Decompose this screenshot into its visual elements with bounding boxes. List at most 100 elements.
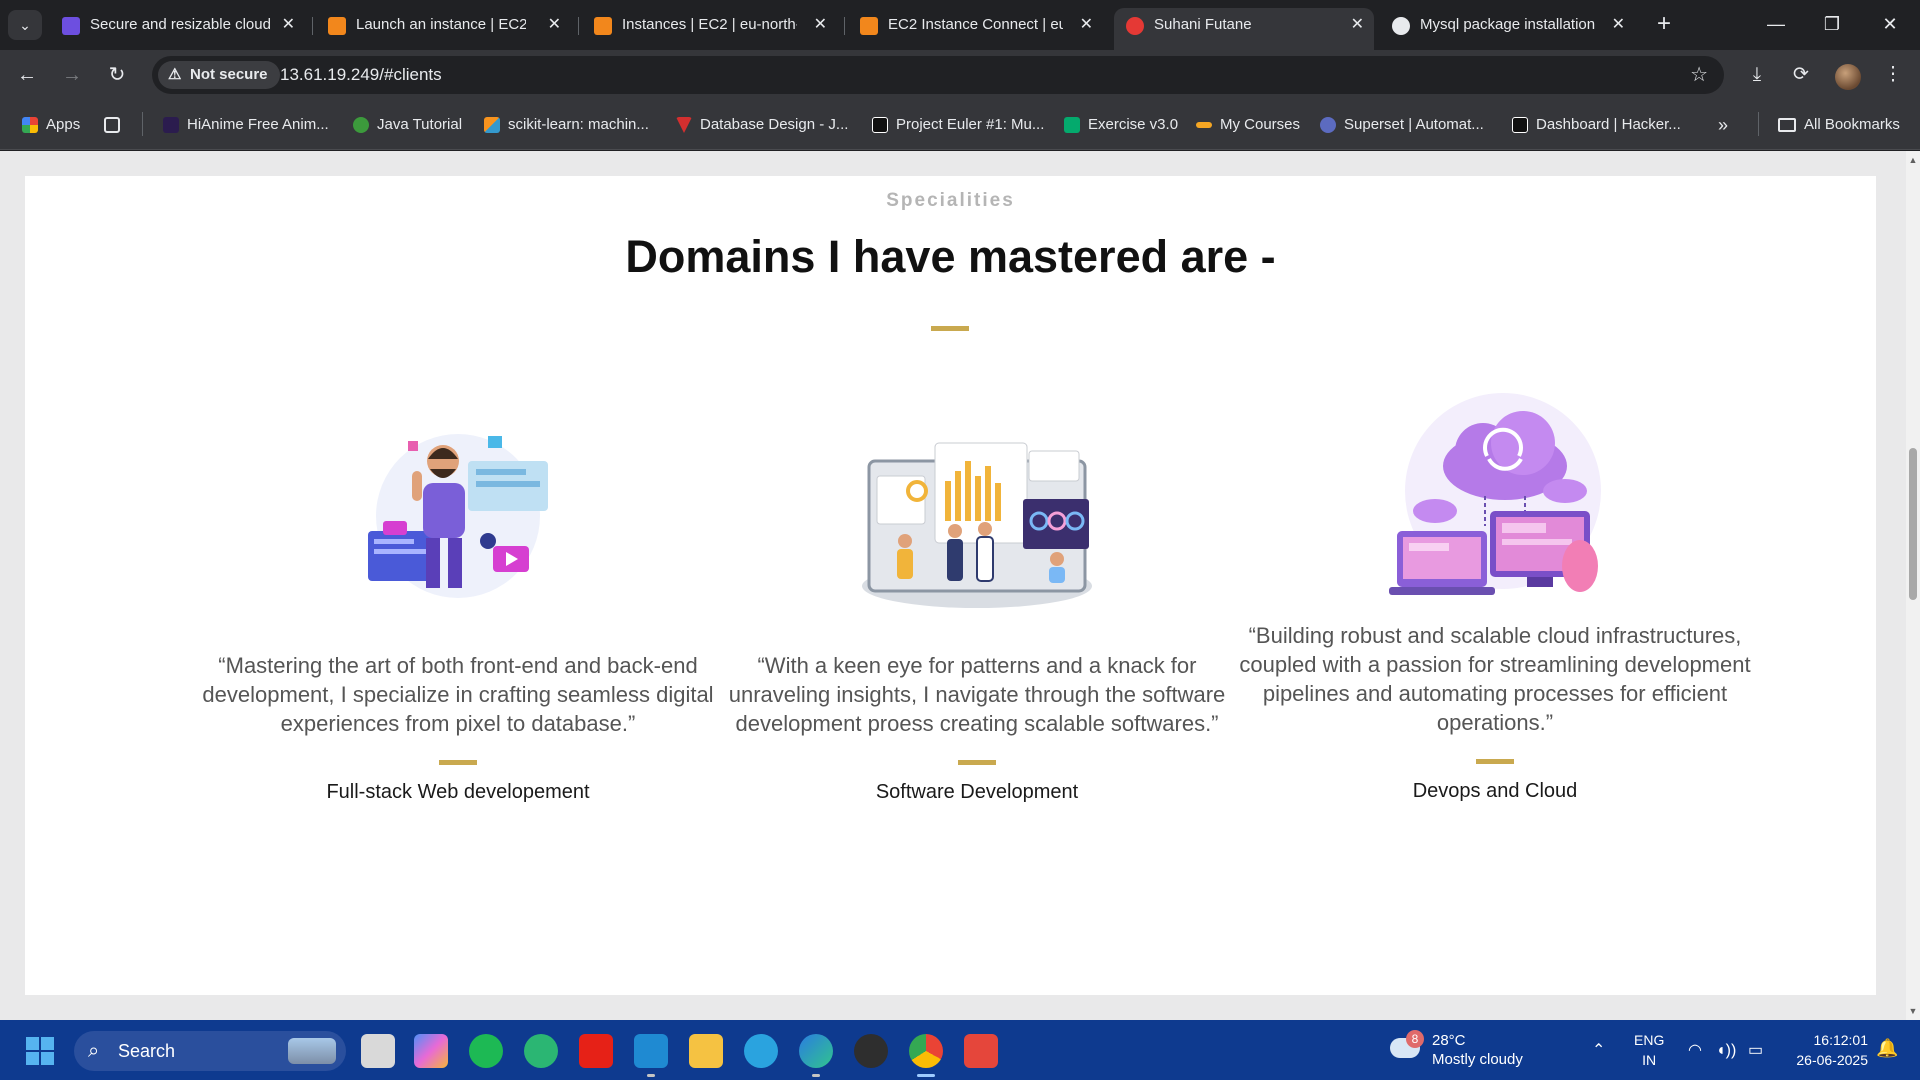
extension-icon[interactable]: ⟳ (1784, 58, 1818, 92)
restore-button[interactable]: ❐ (1804, 6, 1860, 42)
wifi-icon[interactable]: ◠ (1688, 1034, 1702, 1068)
close-tab-icon[interactable]: ✕ (814, 8, 827, 42)
tab-title: Secure and resizable cloud (90, 16, 271, 33)
bookmark-project-euler[interactable]: Project Euler #1: Mu... (872, 112, 1044, 138)
wordpress-icon[interactable] (854, 1034, 888, 1068)
minimize-button[interactable]: — (1748, 6, 1804, 42)
bookmark-database-design[interactable]: Database Design - J... (676, 112, 848, 138)
domain-divider (1476, 759, 1514, 764)
tray-chevron-icon[interactable]: ⌃ (1592, 1034, 1605, 1068)
page-viewport: Specialities Domains I have mastered are… (0, 151, 1906, 1020)
more-bookmarks-chevron-icon[interactable]: » (1718, 112, 1728, 138)
system-clock[interactable]: 16:12:01 26-06-2025 (1784, 1030, 1868, 1070)
tab-2[interactable]: Instances | EC2 | eu-north- ✕ (582, 8, 837, 50)
tab-title: Mysql package installation (1420, 16, 1595, 33)
tab-5[interactable]: Mysql package installation ✕ (1380, 8, 1635, 50)
bookmark-hianime[interactable]: HiAnime Free Anim... (163, 112, 329, 138)
bookmark-label: Project Euler #1: Mu... (896, 116, 1045, 133)
tab-0[interactable]: Secure and resizable cloud ✕ (50, 8, 305, 50)
profile-avatar[interactable] (1835, 64, 1861, 90)
youtube-icon[interactable] (579, 1034, 613, 1068)
scrollbar-thumb[interactable] (1909, 448, 1917, 600)
close-tab-icon[interactable]: ✕ (548, 8, 561, 42)
new-tab-button[interactable]: + (1650, 10, 1678, 38)
page-scrollbar[interactable]: ▲ ▼ (1906, 151, 1920, 1020)
tab-1[interactable]: Launch an instance | EC2 | e ✕ (316, 8, 571, 50)
download-icon[interactable]: ⤓ (1740, 58, 1774, 92)
domain-label: Devops and Cloud (1412, 780, 1578, 802)
tab-groups-icon[interactable] (104, 112, 128, 138)
taskbar-search[interactable]: ⌕ Search (74, 1031, 346, 1071)
close-tab-icon[interactable]: ✕ (1080, 8, 1093, 42)
folder-icon (1778, 118, 1796, 132)
bookmark-star-icon[interactable]: ☆ (1690, 56, 1708, 94)
aws-icon (594, 17, 612, 35)
browser-toolbar: ← → ↻ ⚠ Not secure 13.61.19.249/#clients… (0, 50, 1920, 100)
bookmark-exercise[interactable]: Exercise v3.0 (1064, 112, 1178, 138)
tab-title: Suhani Futane (1154, 16, 1252, 33)
task-view-icon[interactable] (361, 1034, 395, 1068)
file-explorer-icon[interactable] (689, 1034, 723, 1068)
bookmark-label: HiAnime Free Anim... (187, 116, 329, 133)
forward-button[interactable]: → (55, 58, 89, 92)
windows-start-icon[interactable] (26, 1037, 54, 1065)
domain-label: Software Development (875, 781, 1079, 803)
domain-card-software: “With a keen eye for patterns and a knac… (717, 421, 1237, 804)
music-app-icon[interactable] (524, 1034, 558, 1068)
notification-bell-icon[interactable]: 🔔 (1876, 1038, 1898, 1059)
close-tab-icon[interactable]: ✕ (1351, 8, 1364, 42)
bookmark-label: All Bookmarks (1804, 116, 1900, 133)
bookmark-scikit-learn[interactable]: scikit-learn: machin... (484, 112, 649, 138)
bookmark-label: Superset | Automat... (1344, 116, 1484, 133)
url-text[interactable]: 13.61.19.249/#clients (280, 56, 442, 94)
bookmark-superset[interactable]: Superset | Automat... (1320, 112, 1484, 138)
security-chip[interactable]: ⚠ Not secure (158, 61, 280, 89)
scroll-up-arrow-icon[interactable]: ▲ (1906, 153, 1920, 167)
todo-app-icon[interactable] (964, 1034, 998, 1068)
weather-widget[interactable]: 8 28°C Mostly cloudy (1390, 1030, 1530, 1072)
bookmark-divider (1758, 112, 1759, 136)
tab-4-active[interactable]: Suhani Futane ✕ (1114, 8, 1374, 50)
weather-condition: Mostly cloudy (1432, 1051, 1523, 1068)
tab-divider (312, 17, 313, 35)
language-indicator[interactable]: ENG IN (1634, 1030, 1664, 1070)
hackerrank-icon (872, 117, 888, 133)
lang-top: ENG (1634, 1032, 1665, 1048)
reload-button[interactable]: ↻ (100, 58, 134, 92)
vscode-icon[interactable] (634, 1034, 668, 1077)
search-label: Search (118, 1041, 176, 1061)
chrome-icon[interactable] (909, 1034, 943, 1077)
domain-divider (958, 760, 996, 765)
tab-3[interactable]: EC2 Instance Connect | eu- ✕ (848, 8, 1103, 50)
close-window-button[interactable]: ✕ (1862, 6, 1918, 42)
close-tab-icon[interactable]: ✕ (282, 8, 295, 42)
bookmark-dashboard[interactable]: Dashboard | Hacker... (1512, 112, 1681, 138)
tab-search-button[interactable]: ⌄ (8, 10, 42, 40)
menu-kebab-icon[interactable]: ⋮ (1876, 58, 1910, 92)
aws-icon (328, 17, 346, 35)
domain-quote: “Mastering the art of both front-end and… (202, 653, 714, 736)
volume-icon[interactable]: ◖)) (1716, 1034, 1736, 1068)
battery-icon[interactable]: ▭ (1748, 1034, 1763, 1068)
bookmark-label: Java Tutorial (377, 116, 463, 133)
bookmarks-bar: Apps HiAnime Free Anim... Java Tutorial … (0, 100, 1920, 150)
all-bookmarks[interactable]: All Bookmarks (1778, 112, 1900, 138)
spotify-icon[interactable] (469, 1034, 503, 1068)
scroll-down-arrow-icon[interactable]: ▼ (1906, 1004, 1920, 1018)
bookmark-apps[interactable]: Apps (22, 112, 80, 138)
apps-grid-icon (22, 117, 38, 133)
address-bar[interactable]: ⚠ Not secure 13.61.19.249/#clients ☆ (152, 56, 1724, 94)
tab-title: EC2 Instance Connect | eu- (888, 16, 1063, 33)
back-button[interactable]: ← (10, 58, 44, 92)
courses-icon (1196, 122, 1212, 128)
close-tab-icon[interactable]: ✕ (1612, 8, 1625, 42)
bookmark-label: scikit-learn: machin... (508, 116, 649, 133)
weather-temp: 28°C (1432, 1032, 1466, 1049)
copilot-icon[interactable] (414, 1034, 448, 1068)
software-illustration (857, 421, 1097, 621)
edge-icon[interactable] (799, 1034, 833, 1077)
bookmark-java-tutorial[interactable]: Java Tutorial (353, 112, 462, 138)
bookmark-my-courses[interactable]: My Courses (1196, 112, 1300, 138)
aws-icon (860, 17, 878, 35)
telegram-icon[interactable] (744, 1034, 778, 1068)
